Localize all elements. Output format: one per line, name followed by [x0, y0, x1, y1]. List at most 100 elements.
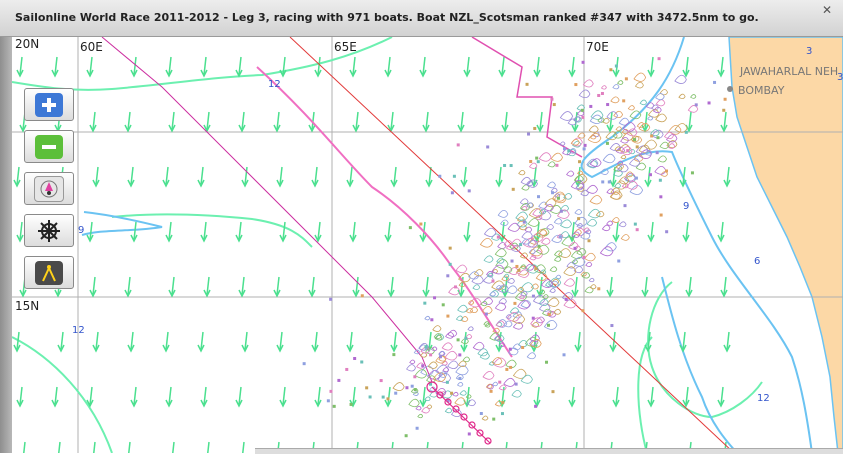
fleet-boat — [432, 325, 442, 332]
fleet-boat — [520, 374, 533, 384]
fleet-dot — [360, 294, 364, 298]
map-canvas[interactable] — [12, 37, 843, 453]
route-line-2 — [256, 66, 513, 358]
fleet-boat — [456, 381, 464, 387]
fleet-dot — [424, 345, 428, 349]
fleet-dot — [467, 189, 471, 193]
fleet-boat — [634, 81, 644, 89]
fleet-boat — [442, 367, 450, 373]
fleet-dot — [491, 279, 495, 283]
fleet-dot — [551, 390, 555, 394]
fleet-dot — [658, 178, 662, 182]
zoom-out-button[interactable] — [24, 130, 74, 163]
wind-arrow — [93, 441, 96, 453]
fleet-boat — [503, 377, 516, 387]
fleet-dot — [329, 297, 333, 301]
fleet-boat — [655, 113, 667, 123]
fleet-boat — [544, 198, 557, 208]
fleet-boat — [633, 72, 647, 82]
fleet-boat — [408, 398, 420, 408]
fleet-dot — [365, 386, 369, 390]
fleet-boat — [509, 307, 520, 315]
fleet-dot — [448, 262, 452, 266]
fleet-boat — [528, 162, 538, 169]
fleet-boat — [576, 248, 587, 256]
helm-button[interactable] — [24, 214, 74, 247]
fleet-boat — [549, 266, 558, 272]
fleet-dot — [581, 115, 585, 119]
wind-arrows — [13, 56, 731, 453]
fleet-dot — [531, 316, 535, 320]
fleet-boat — [553, 308, 562, 315]
fleet-boat — [549, 288, 556, 293]
fleet-dot — [326, 399, 330, 403]
fleet-boat — [588, 277, 595, 283]
fleet-dot — [690, 171, 694, 175]
fleet-dot — [446, 314, 450, 318]
depth-label: 3 — [837, 72, 843, 83]
bottom-scrollbar[interactable] — [255, 448, 843, 454]
grid-lines — [12, 37, 843, 453]
fleet-boat — [503, 320, 513, 328]
fleet-boat — [615, 126, 622, 132]
fleet-dot — [337, 378, 341, 382]
fleet-dot — [514, 382, 518, 386]
fleet-dot — [517, 268, 521, 272]
fleet-dot — [486, 145, 490, 149]
fleet-boat — [482, 371, 495, 380]
fleet-boat — [620, 154, 627, 160]
left-frame — [0, 37, 12, 453]
fleet-boat — [518, 169, 526, 176]
fleet-dot — [329, 389, 333, 393]
fleet-dot — [622, 99, 626, 103]
fleet-boat — [617, 80, 624, 85]
fleet-dot — [657, 57, 661, 61]
fleet-dot — [635, 145, 639, 149]
fleet-boat — [481, 306, 493, 314]
fleet-dot — [421, 364, 425, 368]
zoom-in-button[interactable] — [24, 88, 74, 121]
fleet-dot — [633, 222, 637, 226]
fleet-boat — [530, 283, 539, 290]
center-boat-button[interactable] — [24, 172, 74, 205]
fleet-boat — [639, 99, 648, 106]
fleet-dot — [580, 108, 584, 112]
fleet-dot — [555, 163, 559, 167]
fleet-dot — [650, 134, 654, 138]
fleet-dot — [665, 169, 669, 173]
fleet-dot — [574, 83, 578, 87]
wind-arrow — [128, 441, 131, 453]
fleet-dot — [534, 404, 538, 408]
fleet-dot — [498, 380, 502, 384]
fleet-boat — [612, 84, 620, 90]
fleet-dot — [605, 141, 609, 145]
fleet-dot — [713, 80, 717, 84]
fleet-dot — [456, 338, 460, 342]
fleet-dot — [601, 180, 605, 184]
fleet-dot — [626, 149, 630, 153]
fleet-dot — [394, 391, 398, 395]
land-mass — [728, 37, 843, 453]
fleet-boat — [587, 208, 601, 219]
fleet-boat — [494, 248, 507, 258]
fleet-dot — [633, 138, 637, 142]
fleet-boat — [553, 250, 563, 257]
fleet-boat — [659, 89, 668, 96]
measure-button[interactable] — [24, 256, 74, 289]
depth-label: 9 — [78, 225, 85, 236]
fleet-boat — [538, 152, 552, 162]
fleet-boat — [585, 261, 593, 267]
fleet-boat — [578, 89, 591, 99]
fleet-dot — [519, 243, 523, 247]
race-map[interactable]: 20N 15N 60E 65E 70E BOMBAY JAWAHARLAL NE… — [12, 37, 843, 453]
region-label: JAWAHARLAL NEH — [740, 65, 839, 78]
fleet-dot — [492, 417, 496, 421]
fleet-boat — [602, 153, 616, 164]
close-icon[interactable]: ✕ — [821, 4, 833, 16]
fleet-boat — [479, 237, 493, 248]
fleet-boat — [620, 234, 630, 241]
fleet-dot — [511, 187, 515, 191]
fleet-dot — [722, 108, 726, 112]
fleet-dot — [583, 143, 587, 147]
city-label: BOMBAY — [738, 84, 785, 97]
